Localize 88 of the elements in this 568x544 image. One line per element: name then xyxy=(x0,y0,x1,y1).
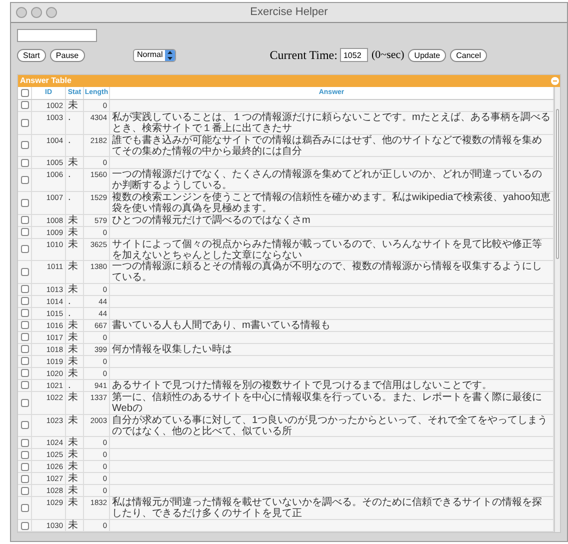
table-cell: . xyxy=(68,112,71,123)
scrollbar[interactable] xyxy=(554,87,560,532)
checkbox[interactable] xyxy=(20,381,28,390)
scroll-thumb[interactable] xyxy=(556,109,559,259)
checkbox[interactable] xyxy=(20,176,28,184)
table-cell-text: 一つの情報源に頼るとその情報の真偽が不明なので、複数の情報源から情報を収集するようにしている。 xyxy=(112,261,543,284)
table-cell-text: 私は情報元が間違った情報を載せていないかを調べる。そのために信頼できるサイトの情報を探したり、できるだけ多くのサイトを見て正 xyxy=(112,497,543,520)
push-button[interactable]: Pause xyxy=(50,48,85,62)
checkbox[interactable] xyxy=(20,345,28,354)
checkbox[interactable] xyxy=(20,198,28,207)
table-cell-text: 自分が求めている事に対して、1つ良いのが見つかったからといって、それで全てをやってしまうのではなく、他のと比べて、似ている所 xyxy=(112,414,549,437)
table-cell: 未 xyxy=(68,356,78,367)
table-cell: . xyxy=(68,192,71,203)
checkbox[interactable] xyxy=(20,285,28,294)
table-cell: . xyxy=(68,380,71,391)
table-cell: 未 xyxy=(68,449,78,460)
table-cell: 私が実践していることは、１つの情報源だけに頼らないことです。mたとえば、ある事柄を調べるとき、検索サイトで１番上に出てきたサ xyxy=(112,112,551,134)
checkbox[interactable] xyxy=(20,486,28,495)
checkbox[interactable] xyxy=(20,357,28,366)
table-cell: 未 xyxy=(68,392,78,403)
table-cell: . xyxy=(68,134,71,146)
table-cell: 未 xyxy=(68,100,78,111)
table-cell-text: サイトによって個々の視点からみた情報が載っているので、いろんなサイトを見て比較や修正等を加えないとちゃんとした文章にならない xyxy=(112,238,543,261)
checkbox[interactable] xyxy=(20,474,28,483)
table-cell: 未 xyxy=(68,214,78,226)
table-cell: 未 xyxy=(68,332,78,343)
checkbox[interactable] xyxy=(20,141,28,150)
table-cell: 複数の検索エンジンを使うことで情報の信頼性を確かめます。私はwikipediaで検索後、yahoo知恵袋を使い情報の真偽を見極めます。 xyxy=(112,192,551,214)
table-cell: 書いている人も人間であり、m書いている情報も xyxy=(112,320,330,331)
push-button[interactable]: Update xyxy=(408,48,446,62)
table-cell: 未 xyxy=(68,284,78,295)
table-cell: 未 xyxy=(68,461,78,472)
checkbox[interactable] xyxy=(20,321,28,330)
checkbox[interactable] xyxy=(20,88,28,97)
table-cell-text: 誰でも書き込みが可能なサイトでの情報は鵜呑みにはせず、他のサイトなどで複数の情報を集めてその集めた情報の中から最終的には自分 xyxy=(112,134,543,157)
table-cell: . xyxy=(68,308,71,319)
checkbox[interactable] xyxy=(20,421,28,430)
close-button[interactable] xyxy=(16,7,27,18)
table-cell: 未 xyxy=(68,344,78,355)
checkbox[interactable] xyxy=(20,522,28,530)
time-label: Current Time: xyxy=(270,47,338,64)
push-button[interactable]: Start xyxy=(17,48,46,62)
zoom-button[interactable] xyxy=(46,7,57,18)
table-cell: . xyxy=(68,296,71,307)
minimize-button[interactable] xyxy=(31,7,42,18)
checkbox[interactable] xyxy=(20,504,28,512)
table-cell: 未 xyxy=(68,320,78,331)
table-cell: . xyxy=(68,169,71,180)
stepper-icon xyxy=(164,50,175,60)
checkbox[interactable] xyxy=(20,398,28,407)
text-field[interactable] xyxy=(17,29,97,42)
checkbox[interactable] xyxy=(20,438,28,447)
collapse-icon[interactable] xyxy=(551,77,559,85)
time-unit: (0~sec) xyxy=(371,48,404,63)
table-cell: 未 xyxy=(68,473,78,484)
window-title: Exercise Helper xyxy=(250,5,328,20)
checkbox[interactable] xyxy=(20,333,28,342)
table-cell: 何か情報を収集したい時は xyxy=(112,344,232,355)
checkbox[interactable] xyxy=(20,462,28,471)
push-button[interactable]: Cancel xyxy=(450,48,487,62)
checkbox[interactable] xyxy=(20,450,28,459)
table-cell: 未 xyxy=(68,437,78,448)
table-cell-text: 一つの情報源だけでなく、たくさんの情報源を集めてどれが正しいのか、どれが間違っているのか判断するようしている。 xyxy=(112,169,543,192)
table-cell: 未 xyxy=(68,497,78,508)
table-cell: 未 xyxy=(68,485,78,496)
table-cell: 未 xyxy=(68,261,78,272)
table-cell: 未 xyxy=(68,238,78,250)
checkbox[interactable] xyxy=(20,118,28,127)
table-cell: 未 xyxy=(68,368,78,379)
speed-select[interactable]: Normal xyxy=(133,48,176,62)
table-cell: 未 xyxy=(68,520,78,532)
table-cell-text: 第一に、信頼性のあるサイトを中心に情報収集を行っている。また、レポートを書く際に最後にWebの xyxy=(112,392,543,414)
table-cell: あるサイトで見つけた情報を別の複数サイトで見つけるまで信用はしないことです。 xyxy=(112,380,492,391)
checkbox[interactable] xyxy=(20,216,28,224)
checkbox[interactable] xyxy=(20,309,28,318)
checkbox[interactable] xyxy=(20,101,28,110)
table-cell: ひとつの情報元だけで調べるのではなくさm xyxy=(112,214,310,226)
table-cell: 未 xyxy=(68,414,78,426)
table-cell: 未 xyxy=(68,226,78,238)
checkbox[interactable] xyxy=(20,297,28,306)
checkbox[interactable] xyxy=(20,369,28,378)
checkbox[interactable] xyxy=(20,228,28,236)
checkbox[interactable] xyxy=(20,245,28,254)
time-field[interactable]: 1052 xyxy=(340,48,368,62)
table-cell: 未 xyxy=(68,157,78,168)
checkbox[interactable] xyxy=(20,268,28,276)
table-title: Answer Table xyxy=(20,75,72,87)
checkbox[interactable] xyxy=(20,158,28,167)
